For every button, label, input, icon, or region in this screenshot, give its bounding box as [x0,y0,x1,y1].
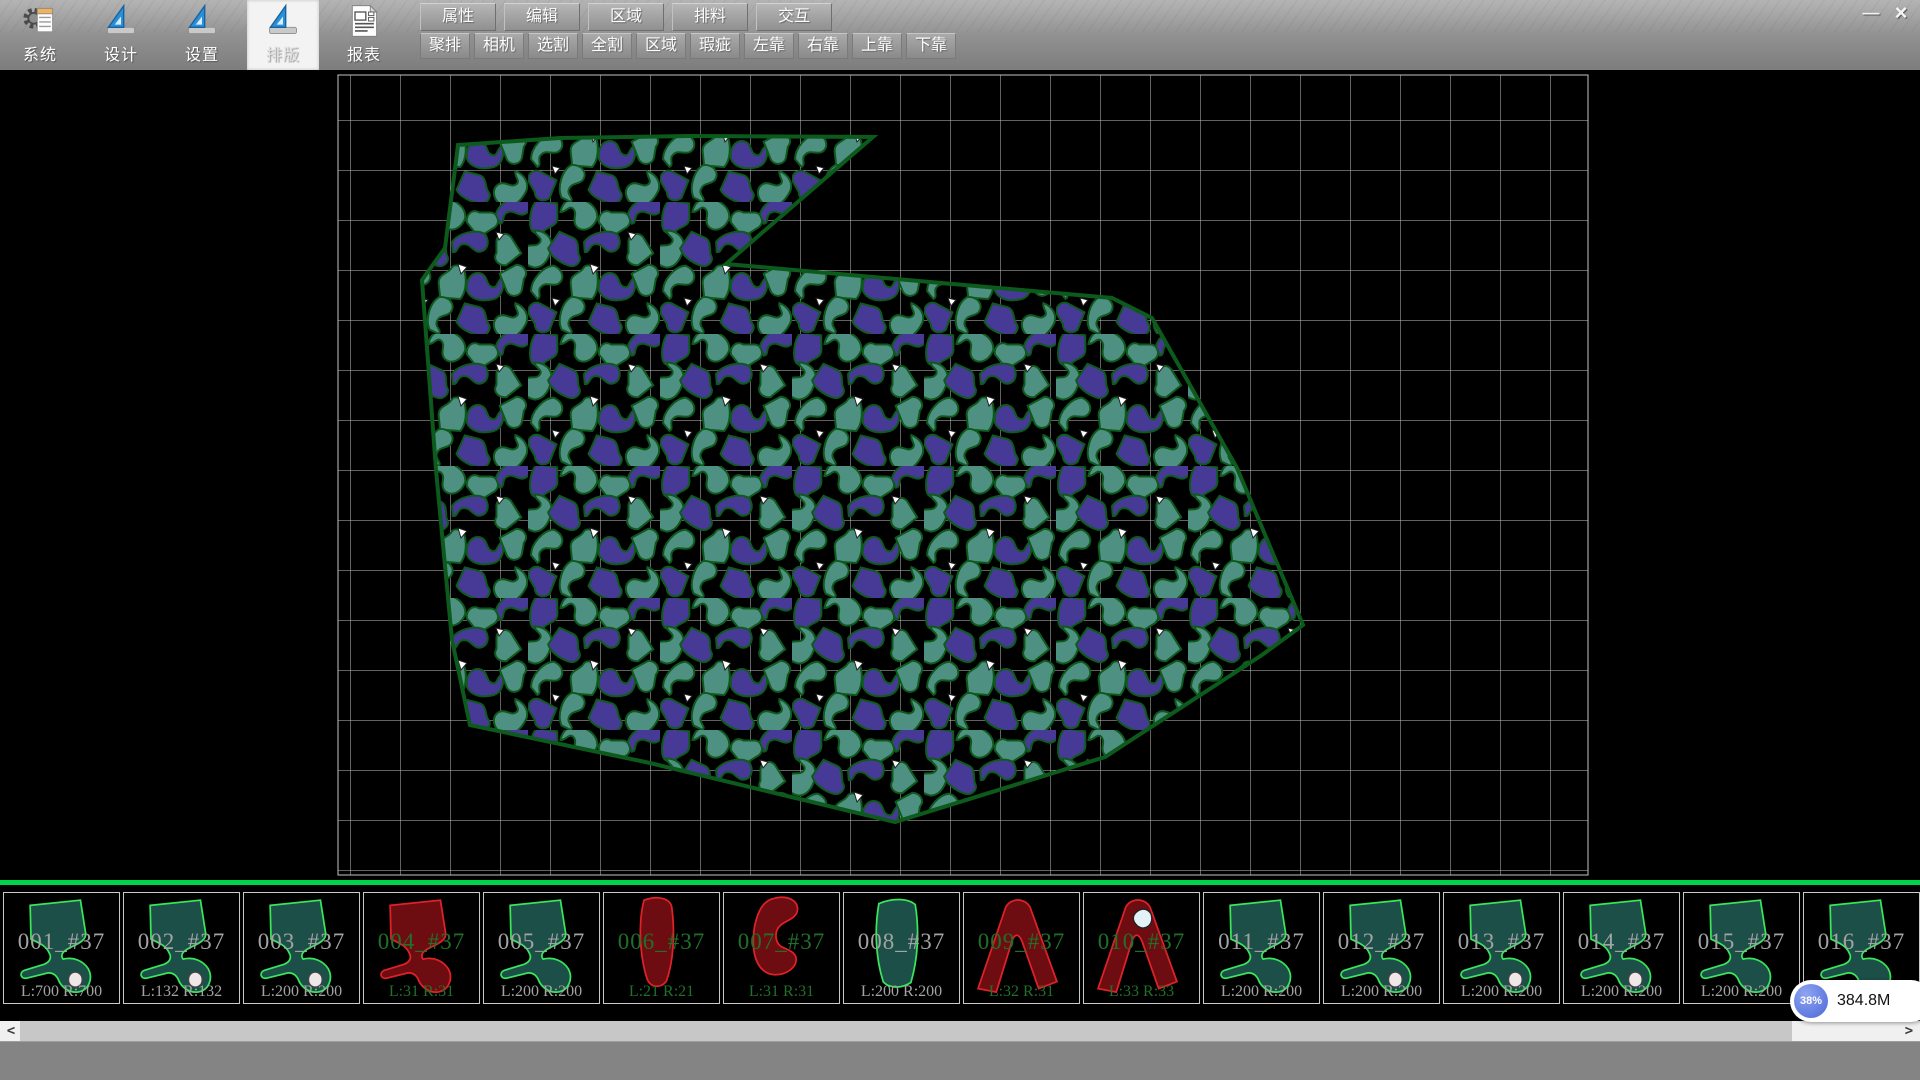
thumbnail-cell[interactable]: 013_#37 L:200 R:200 [1443,892,1560,1004]
toolbar-button-report[interactable]: 报表 [328,0,400,70]
menu-tab-region[interactable]: 区域 [588,3,664,31]
settings-icon [184,3,220,39]
piece-lr-count: L:200 R:200 [1444,983,1559,1001]
toolbar-button-layout[interactable]: 排版 [247,0,319,70]
toolbar-button-label: 设置 [166,41,238,65]
window-controls: — × [1856,2,1916,24]
piece-id: 008_#37 [844,929,959,955]
thumbnail-cell[interactable]: 010_#37 L:33 R:33 [1083,892,1200,1004]
piece-id: 013_#37 [1444,929,1559,955]
action-button-align-top[interactable]: 上靠 [852,33,902,59]
piece-lr-count: L:33 R:33 [1084,983,1199,1001]
thumbnail-cell[interactable]: 014_#37 L:200 R:200 [1563,892,1680,1004]
thumbnail-cell[interactable]: 005_#37 L:200 R:200 [483,892,600,1004]
piece-lr-count: L:31 R:31 [724,983,839,1001]
thumbnail-cell[interactable]: 001_#37 L:700 R:700 [3,892,120,1004]
thumbnail-cell[interactable]: 015_#37 L:200 R:200 [1683,892,1800,1004]
menu-tab-row: 属性编辑区域排料交互 [420,3,840,31]
close-icon[interactable]: × [1886,2,1916,24]
thumbnail-cell[interactable]: 002_#37 L:132 R:132 [123,892,240,1004]
action-button-align-right[interactable]: 右靠 [798,33,848,59]
piece-lr-count: L:200 R:200 [1204,983,1319,1001]
piece-id: 012_#37 [1324,929,1439,955]
thumbnail-cell[interactable]: 009_#37 L:32 R:31 [963,892,1080,1004]
piece-lr-count: L:200 R:200 [1564,983,1679,1001]
action-button-camera[interactable]: 相机 [474,33,524,59]
toolbar-button-settings[interactable]: 设置 [166,0,238,70]
piece-id: 003_#37 [244,929,359,955]
piece-lr-count: L:200 R:200 [244,983,359,1001]
app-window: 系统设计设置排版报表 属性编辑区域排料交互 聚排相机选割全割区域瑕疵左靠右靠上靠… [0,0,1920,1080]
menu-tab-edit[interactable]: 编辑 [504,3,580,31]
piece-lr-count: L:200 R:200 [1324,983,1439,1001]
piece-lr-count: L:200 R:200 [844,983,959,1001]
piece-lr-count: L:132 R:132 [124,983,239,1001]
memory-badge[interactable]: 38% 384.8M [1790,980,1920,1022]
piece-id: 002_#37 [124,929,239,955]
horizontal-scrollbar[interactable]: < > [0,1021,1920,1041]
action-button-cluster-nest[interactable]: 聚排 [420,33,470,59]
thumbnail-cell[interactable]: 011_#37 L:200 R:200 [1203,892,1320,1004]
thumbnail-cell[interactable]: 012_#37 L:200 R:200 [1323,892,1440,1004]
action-button-cut-selected[interactable]: 选割 [528,33,578,59]
toolbar: 系统设计设置排版报表 属性编辑区域排料交互 聚排相机选割全割区域瑕疵左靠右靠上靠… [0,0,1920,70]
main-toolbar-buttons: 系统设计设置排版报表 [4,0,409,70]
piece-id: 010_#37 [1084,929,1199,955]
layout-icon [265,3,301,39]
minimize-button[interactable]: — [1856,2,1886,24]
piece-lr-count: L:31 R:31 [364,983,479,1001]
scrollbar-thumb[interactable] [20,1021,1792,1041]
piece-lr-count: L:32 R:31 [964,983,1079,1001]
thumbnail-cell[interactable]: 004_#37 L:31 R:31 [363,892,480,1004]
action-button-row: 聚排相机选割全割区域瑕疵左靠右靠上靠下靠 [420,33,960,59]
toolbar-button-system[interactable]: 系统 [4,0,76,70]
piece-id: 014_#37 [1564,929,1679,955]
memory-percent: 38% [1800,995,1822,1007]
scroll-left-icon[interactable]: < [2,1021,20,1041]
action-button-zone[interactable]: 区域 [636,33,686,59]
memory-size: 384.8M [1837,992,1890,1010]
system-icon [22,3,58,39]
menu-tab-nesting[interactable]: 排料 [672,3,748,31]
memory-percent-circle: 38% [1794,984,1828,1018]
piece-id: 015_#37 [1684,929,1799,955]
piece-id: 016_#37 [1804,929,1919,955]
thumbnail-cell[interactable]: 007_#37 L:31 R:31 [723,892,840,1004]
scroll-right-icon[interactable]: > [1900,1021,1918,1041]
toolbar-button-label: 系统 [4,41,76,65]
action-button-align-left[interactable]: 左靠 [744,33,794,59]
piece-id: 001_#37 [4,929,119,955]
thumbnail-cell[interactable]: 006_#37 L:21 R:21 [603,892,720,1004]
piece-id: 009_#37 [964,929,1079,955]
piece-id: 011_#37 [1204,929,1319,955]
piece-id: 007_#37 [724,929,839,955]
report-icon [346,3,382,39]
piece-id: 004_#37 [364,929,479,955]
action-button-defect[interactable]: 瑕疵 [690,33,740,59]
menu-tab-interact[interactable]: 交互 [756,3,832,31]
nesting-canvas[interactable] [0,70,1920,880]
status-bar [0,1041,1920,1080]
piece-lr-count: L:21 R:21 [604,983,719,1001]
piece-lr-count: L:200 R:200 [484,983,599,1001]
toolbar-button-label: 排版 [247,41,319,65]
piece-id: 006_#37 [604,929,719,955]
toolbar-button-label: 报表 [328,41,400,65]
menu-tab-properties[interactable]: 属性 [420,3,496,31]
design-icon [103,3,139,39]
toolbar-button-design[interactable]: 设计 [85,0,157,70]
piece-lr-count: L:700 R:700 [4,983,119,1001]
thumbnail-cell[interactable]: 003_#37 L:200 R:200 [243,892,360,1004]
action-button-align-bottom[interactable]: 下靠 [906,33,956,59]
thumbnail-cells: 001_#37L:700 R:700002_#37L:132 R:132003_… [3,892,1920,1004]
thumbnail-strip: 001_#37L:700 R:700002_#37L:132 R:132003_… [0,885,1920,1021]
toolbar-button-label: 设计 [85,41,157,65]
piece-id: 005_#37 [484,929,599,955]
thumbnail-cell[interactable]: 008_#37 L:200 R:200 [843,892,960,1004]
action-button-cut-all[interactable]: 全割 [582,33,632,59]
piece-lr-count: L:200 R:200 [1684,983,1799,1001]
